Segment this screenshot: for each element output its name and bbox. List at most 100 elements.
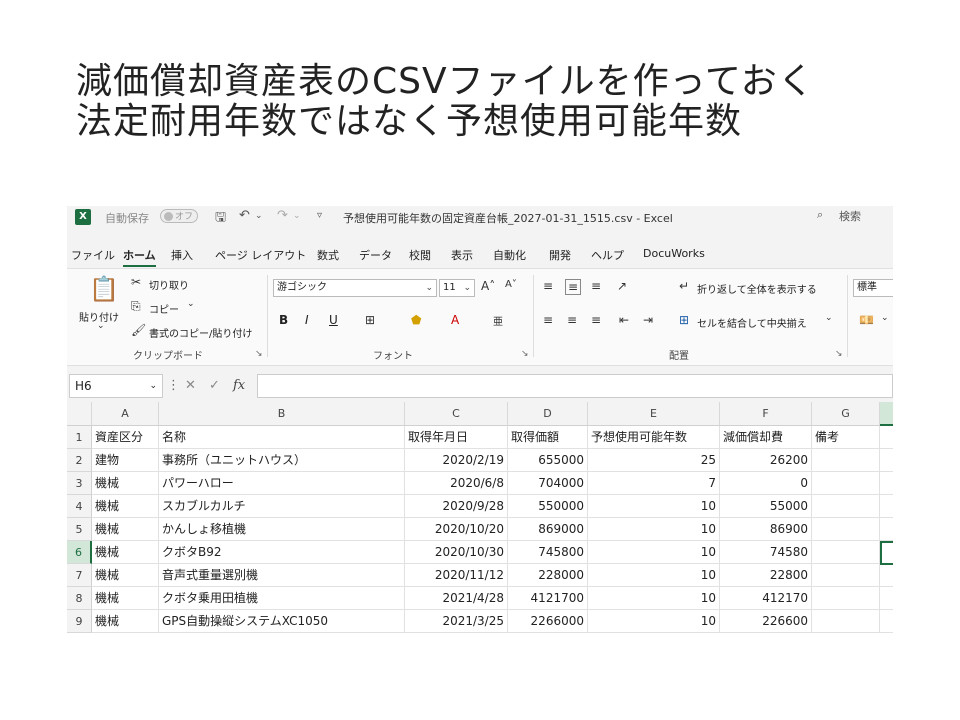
table-cell[interactable]: 2020/9/28 bbox=[405, 495, 508, 518]
row-header[interactable]: 5 bbox=[67, 518, 92, 541]
tab-view[interactable]: 表示 bbox=[451, 247, 473, 263]
table-cell[interactable]: 25 bbox=[588, 449, 720, 472]
tab-automate[interactable]: 自動化 bbox=[493, 247, 526, 263]
table-cell[interactable]: スカブルカルチ bbox=[159, 495, 405, 518]
table-cell[interactable]: 機械 bbox=[92, 495, 159, 518]
column-header-b[interactable]: B bbox=[159, 402, 405, 426]
header-cell[interactable]: 取得価額 bbox=[508, 426, 588, 449]
table-cell[interactable] bbox=[812, 518, 880, 541]
table-cell[interactable]: 2020/6/8 bbox=[405, 472, 508, 495]
align-center-icon[interactable]: ≡ bbox=[567, 313, 577, 327]
table-cell[interactable]: クボタ乗用田植機 bbox=[159, 587, 405, 610]
wrap-text-button[interactable]: 折り返して全体を表示する bbox=[697, 281, 817, 296]
paste-dropdown-icon[interactable]: ⌄ bbox=[97, 321, 105, 331]
cut-button[interactable]: 切り取り bbox=[149, 277, 189, 292]
table-cell[interactable]: 704000 bbox=[508, 472, 588, 495]
align-middle-icon[interactable]: ≡ bbox=[565, 279, 582, 295]
merge-dropdown-icon[interactable]: ⌄ bbox=[825, 313, 833, 323]
tab-page-layout[interactable]: ページ レイアウト bbox=[215, 247, 306, 263]
column-header-c[interactable]: C bbox=[405, 402, 508, 426]
row-header[interactable]: 4 bbox=[67, 495, 92, 518]
table-cell[interactable]: 2020/10/30 bbox=[405, 541, 508, 564]
copy-dropdown-icon[interactable]: ⌄ bbox=[187, 299, 195, 309]
table-cell[interactable]: 26200 bbox=[720, 449, 812, 472]
name-box[interactable]: H6 ⌄ bbox=[69, 374, 163, 398]
tab-help[interactable]: ヘルプ bbox=[591, 247, 624, 263]
redo-dropdown-icon[interactable]: ⌄ bbox=[293, 211, 301, 221]
tab-docuworks[interactable]: DocuWorks bbox=[643, 247, 705, 260]
search-box[interactable]: ⌕ 検索 bbox=[809, 208, 893, 225]
align-left-icon[interactable]: ≡ bbox=[543, 313, 553, 327]
column-header-d[interactable]: D bbox=[508, 402, 588, 426]
row-header[interactable]: 7 bbox=[67, 564, 92, 587]
table-cell[interactable]: 228000 bbox=[508, 564, 588, 587]
underline-button[interactable]: U bbox=[329, 313, 338, 327]
table-cell[interactable]: 0 bbox=[720, 472, 812, 495]
column-header-f[interactable]: F bbox=[720, 402, 812, 426]
copy-icon[interactable]: ⎘ bbox=[131, 299, 141, 314]
save-icon[interactable]: 🖫 bbox=[215, 208, 226, 230]
align-bottom-icon[interactable]: ≡ bbox=[591, 279, 601, 293]
font-launcher-icon[interactable]: ↘ bbox=[521, 349, 529, 359]
table-cell[interactable]: 機械 bbox=[92, 518, 159, 541]
borders-icon[interactable]: ⊞ bbox=[365, 313, 375, 327]
table-cell[interactable]: 10 bbox=[588, 610, 720, 633]
table-cell[interactable]: 機械 bbox=[92, 587, 159, 610]
table-cell[interactable] bbox=[812, 587, 880, 610]
table-cell[interactable] bbox=[812, 610, 880, 633]
header-cell[interactable]: 名称 bbox=[159, 426, 405, 449]
table-cell[interactable] bbox=[812, 472, 880, 495]
table-cell[interactable] bbox=[880, 472, 893, 495]
clipboard-launcher-icon[interactable]: ↘ bbox=[255, 349, 263, 359]
copy-button[interactable]: コピー bbox=[149, 301, 179, 316]
table-cell[interactable]: 7 bbox=[588, 472, 720, 495]
table-cell[interactable]: 2020/11/12 bbox=[405, 564, 508, 587]
table-cell[interactable]: 10 bbox=[588, 541, 720, 564]
header-cell[interactable]: 減価償却費 bbox=[720, 426, 812, 449]
table-cell[interactable] bbox=[812, 495, 880, 518]
table-cell[interactable]: 22800 bbox=[720, 564, 812, 587]
table-cell[interactable]: 2266000 bbox=[508, 610, 588, 633]
align-right-icon[interactable]: ≡ bbox=[591, 313, 601, 327]
table-cell[interactable]: 10 bbox=[588, 564, 720, 587]
insert-function-button[interactable]: fx bbox=[233, 378, 245, 393]
tab-developer[interactable]: 開発 bbox=[549, 247, 571, 263]
alignment-launcher-icon[interactable]: ↘ bbox=[835, 349, 843, 359]
table-cell[interactable]: 機械 bbox=[92, 564, 159, 587]
phonetic-guide-icon[interactable]: 亜 bbox=[493, 313, 503, 328]
row-header[interactable]: 1 bbox=[67, 426, 92, 449]
table-cell[interactable]: 10 bbox=[588, 518, 720, 541]
table-cell[interactable]: GPS自動操縦システムXC1050 bbox=[159, 610, 405, 633]
italic-button[interactable]: I bbox=[305, 313, 309, 327]
enter-icon[interactable]: ✓ bbox=[209, 378, 220, 393]
table-cell[interactable] bbox=[880, 610, 893, 633]
font-name-select[interactable]: 游ゴシック ⌄ bbox=[273, 279, 437, 297]
tab-formulas[interactable]: 数式 bbox=[317, 247, 339, 263]
tab-data[interactable]: データ bbox=[359, 247, 392, 263]
paste-icon[interactable]: 📋 bbox=[89, 275, 119, 303]
orientation-icon[interactable]: ↗ bbox=[617, 279, 627, 293]
row-header[interactable]: 9 bbox=[67, 610, 92, 633]
more-icon[interactable]: ⋮ bbox=[167, 378, 180, 393]
header-cell[interactable]: 資産区分 bbox=[92, 426, 159, 449]
accounting-dropdown-icon[interactable]: ⌄ bbox=[881, 313, 889, 323]
increase-font-icon[interactable]: A˄ bbox=[481, 279, 495, 293]
header-cell[interactable]: 備考 bbox=[812, 426, 880, 449]
fill-color-icon[interactable]: ⬟ bbox=[411, 313, 421, 327]
table-cell[interactable]: 2021/3/25 bbox=[405, 610, 508, 633]
table-cell[interactable] bbox=[880, 426, 893, 449]
align-top-icon[interactable]: ≡ bbox=[543, 279, 553, 293]
table-cell[interactable]: 10 bbox=[588, 495, 720, 518]
row-header[interactable]: 8 bbox=[67, 587, 92, 610]
table-cell[interactable]: 事務所（ユニットハウス） bbox=[159, 449, 405, 472]
table-cell[interactable] bbox=[880, 587, 893, 610]
table-cell[interactable]: 55000 bbox=[720, 495, 812, 518]
autosave-toggle[interactable]: オフ bbox=[160, 209, 198, 223]
table-cell[interactable]: 745800 bbox=[508, 541, 588, 564]
format-painter-icon[interactable]: 🖌 bbox=[131, 323, 146, 337]
table-cell[interactable]: 655000 bbox=[508, 449, 588, 472]
column-header-h[interactable] bbox=[880, 402, 893, 426]
table-cell[interactable]: 869000 bbox=[508, 518, 588, 541]
format-painter-button[interactable]: 書式のコピー/貼り付け bbox=[149, 325, 252, 340]
tab-review[interactable]: 校閲 bbox=[409, 247, 431, 263]
